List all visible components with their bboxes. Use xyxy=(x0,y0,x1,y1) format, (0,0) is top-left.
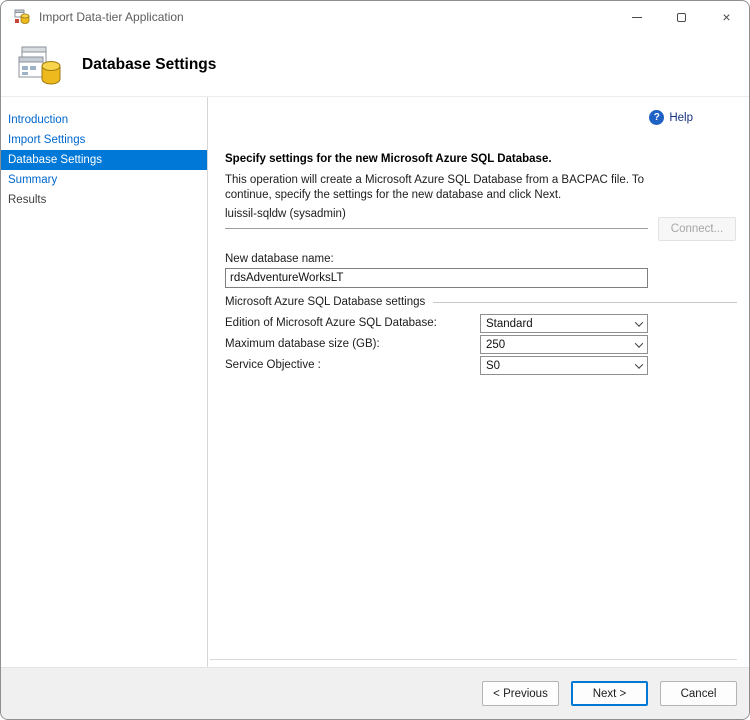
app-icon xyxy=(14,9,30,24)
database-settings-page: ? Help Specify settings for the new Micr… xyxy=(208,97,749,667)
close-button[interactable]: × xyxy=(704,1,749,33)
page-title: Database Settings xyxy=(82,55,217,73)
sidebar-item-import-settings[interactable]: Import Settings xyxy=(1,130,207,150)
edition-select-value: Standard xyxy=(486,317,533,330)
azure-settings-group: Microsoft Azure SQL Database settings xyxy=(225,296,737,308)
settings-heading: Specify settings for the new Microsoft A… xyxy=(225,153,552,165)
wizard-body: Introduction Import Settings Database Se… xyxy=(1,96,749,667)
service-objective-select-value: S0 xyxy=(486,359,501,372)
help-icon: ? xyxy=(649,110,665,125)
server-name-label: luissil-sqldw (sysadmin) xyxy=(225,208,648,229)
close-icon: × xyxy=(722,9,731,25)
azure-settings-group-label: Microsoft Azure SQL Database settings xyxy=(225,296,426,308)
window-controls: × xyxy=(614,1,749,33)
group-separator-line xyxy=(433,301,737,303)
sidebar-item-introduction[interactable]: Introduction xyxy=(1,110,207,130)
settings-description: This operation will create a Microsoft A… xyxy=(225,174,645,201)
minimize-icon xyxy=(631,16,642,18)
service-objective-label: Service Objective : xyxy=(225,359,321,371)
wizard-steps-sidebar: Introduction Import Settings Database Se… xyxy=(1,97,208,667)
db-name-input[interactable] xyxy=(225,268,648,288)
service-objective-select[interactable]: S0 xyxy=(480,356,648,375)
edition-label: Edition of Microsoft Azure SQL Database: xyxy=(225,317,437,329)
minimize-button[interactable] xyxy=(614,1,659,33)
db-name-label: New database name: xyxy=(225,253,334,265)
help-label: Help xyxy=(669,111,693,124)
edition-select[interactable]: Standard xyxy=(480,314,648,333)
sidebar-item-database-settings[interactable]: Database Settings xyxy=(1,150,207,170)
sidebar-item-summary[interactable]: Summary xyxy=(1,170,207,190)
max-size-label: Maximum database size (GB): xyxy=(225,338,380,350)
cancel-button[interactable]: Cancel xyxy=(660,681,737,706)
max-size-select[interactable]: 250 xyxy=(480,335,648,354)
wizard-footer: < Previous Next > Cancel xyxy=(1,667,749,719)
previous-button[interactable]: < Previous xyxy=(482,681,559,706)
database-import-icon xyxy=(18,46,61,85)
wizard-header: Database Settings xyxy=(1,33,749,96)
content-separator xyxy=(210,659,737,660)
maximize-button[interactable] xyxy=(659,1,704,33)
titlebar: Import Data-tier Application × xyxy=(1,1,749,33)
import-data-tier-application-window: Import Data-tier Application × Database … xyxy=(0,0,750,720)
window-title: Import Data-tier Application xyxy=(39,10,184,24)
maximize-icon xyxy=(677,12,686,22)
max-size-select-value: 250 xyxy=(486,338,506,351)
connect-button[interactable]: Connect... xyxy=(658,217,736,241)
next-button[interactable]: Next > xyxy=(571,681,648,706)
sidebar-item-results: Results xyxy=(8,194,47,206)
chevron-down-icon xyxy=(630,357,647,374)
chevron-down-icon xyxy=(630,315,647,332)
chevron-down-icon xyxy=(630,336,647,353)
help-link[interactable]: ? Help xyxy=(649,110,693,125)
